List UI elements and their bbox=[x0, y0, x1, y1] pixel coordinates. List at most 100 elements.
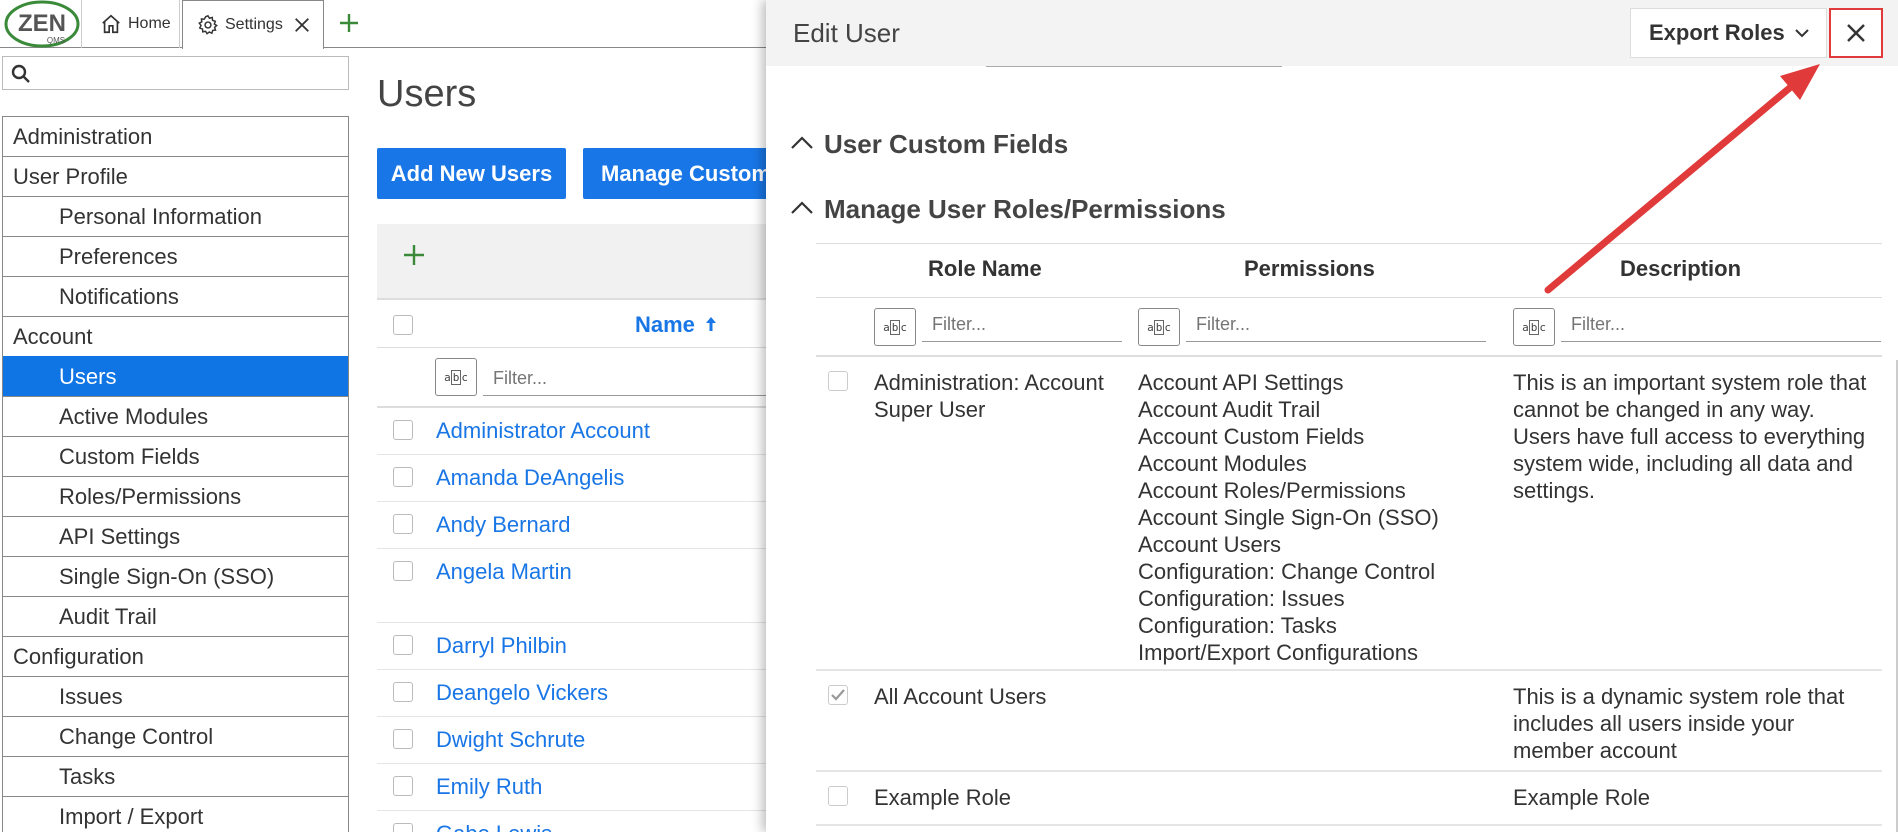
user-name-link[interactable]: Deangelo Vickers bbox=[436, 680, 608, 706]
add-row-button[interactable] bbox=[401, 242, 427, 273]
export-roles-dropdown[interactable]: Export Roles bbox=[1630, 8, 1827, 58]
custom-fields-section-toggle[interactable]: User Custom Fields bbox=[791, 129, 1069, 160]
sidebar-item-users[interactable]: Users bbox=[3, 356, 348, 396]
close-tab-icon[interactable] bbox=[293, 16, 311, 34]
plus-icon bbox=[340, 14, 358, 32]
row-checkbox[interactable] bbox=[393, 514, 413, 534]
role-checkbox[interactable] bbox=[828, 685, 848, 705]
role-name-filter-input[interactable] bbox=[922, 308, 1122, 342]
sidebar-item-audit-trail[interactable]: Audit Trail bbox=[3, 596, 348, 636]
user-name-link[interactable]: Angela Martin bbox=[436, 559, 572, 585]
sidebar-item-account[interactable]: Account bbox=[3, 316, 348, 356]
filter-type-icon[interactable]: abc bbox=[1138, 308, 1180, 346]
partial-field-underline bbox=[986, 66, 1282, 67]
sidebar-item-active-modules[interactable]: Active Modules bbox=[3, 396, 348, 436]
close-panel-button[interactable] bbox=[1829, 8, 1883, 58]
tab-bar: ZEN QMS Home Settings bbox=[0, 0, 770, 49]
add-tab-button[interactable] bbox=[336, 8, 362, 38]
row-checkbox[interactable] bbox=[393, 776, 413, 796]
page-title: Users bbox=[377, 73, 477, 115]
settings-sidebar: Administration User Profile Personal Infor… bbox=[2, 116, 349, 832]
role-permissions: Account API Settings Account Audit Trail A… bbox=[1138, 369, 1498, 666]
export-roles-label: Export Roles bbox=[1649, 20, 1785, 45]
roles-section-title: Manage User Roles/Permissions bbox=[824, 194, 1226, 224]
filter-type-icon[interactable]: abc bbox=[1513, 308, 1555, 346]
role-description: This is an important system role that ca… bbox=[1513, 370, 1867, 503]
sidebar-item-personal-information[interactable]: Personal Information bbox=[3, 196, 348, 236]
roles-table: Role Name Permissions Description abc ab… bbox=[816, 243, 1882, 826]
row-checkbox[interactable] bbox=[393, 729, 413, 749]
custom-fields-section-title: User Custom Fields bbox=[824, 129, 1069, 159]
sidebar-item-issues[interactable]: Issues bbox=[3, 676, 348, 716]
user-name-link[interactable]: Darryl Philbin bbox=[436, 633, 567, 659]
filter-type-icon[interactable]: abc bbox=[874, 308, 916, 346]
sidebar-item-administration[interactable]: Administration bbox=[3, 116, 348, 156]
row-checkbox[interactable] bbox=[393, 467, 413, 487]
search-input[interactable] bbox=[35, 59, 343, 87]
user-name-link[interactable]: Dwight Schrute bbox=[436, 727, 585, 753]
sidebar-item-custom-fields[interactable]: Custom Fields bbox=[3, 436, 348, 476]
edit-user-panel: Edit User Export Roles User Custom Field… bbox=[766, 0, 1898, 832]
chevron-down-icon bbox=[1795, 29, 1809, 38]
role-description: Example Role bbox=[1513, 785, 1650, 810]
user-name-link[interactable]: Amanda DeAngelis bbox=[436, 465, 624, 491]
users-list: Administrator Account Amanda DeAngelis And… bbox=[377, 408, 770, 832]
table-row: Angela Martin bbox=[377, 549, 770, 623]
zen-qms-logo[interactable]: ZEN QMS bbox=[0, 0, 82, 48]
users-grid-header: Name bbox=[377, 298, 770, 348]
sidebar-item-single-sign-on-sso[interactable]: Single Sign-On (SSO) bbox=[3, 556, 348, 596]
user-name-link[interactable]: Andy Bernard bbox=[436, 512, 571, 538]
role-name: Administration: Account Super User bbox=[874, 370, 1104, 422]
name-filter-input[interactable] bbox=[483, 362, 770, 396]
sidebar-item-configuration[interactable]: Configuration bbox=[3, 636, 348, 676]
sidebar-item-api-settings[interactable]: API Settings bbox=[3, 516, 348, 556]
sidebar-item-import-export[interactable]: Import / Export bbox=[3, 796, 348, 832]
filter-type-icon[interactable]: abc bbox=[435, 358, 477, 396]
user-name-link[interactable]: Emily Ruth bbox=[436, 774, 542, 800]
users-filter-row: abc bbox=[377, 348, 770, 408]
tab-settings[interactable]: Settings bbox=[182, 0, 324, 49]
sidebar-item-preferences[interactable]: Preferences bbox=[3, 236, 348, 276]
row-checkbox[interactable] bbox=[393, 635, 413, 655]
gear-icon bbox=[197, 14, 219, 36]
sidebar-item-roles-permissions[interactable]: Roles/Permissions bbox=[3, 476, 348, 516]
name-column-label: Name bbox=[635, 312, 695, 337]
description-filter-input[interactable] bbox=[1561, 308, 1881, 342]
row-checkbox[interactable] bbox=[393, 561, 413, 581]
manage-custom-button[interactable]: Manage Custom bbox=[583, 148, 783, 199]
sidebar-item-change-control[interactable]: Change Control bbox=[3, 716, 348, 756]
permission-item: Account Single Sign-On (SSO) bbox=[1138, 505, 1439, 530]
row-checkbox[interactable] bbox=[393, 823, 413, 832]
sidebar-item-notifications[interactable]: Notifications bbox=[3, 276, 348, 316]
sidebar-item-user-profile[interactable]: User Profile bbox=[3, 156, 348, 196]
row-checkbox[interactable] bbox=[393, 682, 413, 702]
table-row: Andy Bernard bbox=[377, 502, 770, 549]
role-checkbox[interactable] bbox=[828, 371, 848, 391]
role-name: All Account Users bbox=[874, 684, 1047, 709]
select-all-checkbox[interactable] bbox=[393, 315, 413, 335]
logo-text: ZEN bbox=[18, 10, 66, 37]
tab-home[interactable]: Home bbox=[84, 0, 180, 48]
roles-section-toggle[interactable]: Manage User Roles/Permissions bbox=[791, 194, 1226, 225]
user-name-link[interactable]: Administrator Account bbox=[436, 418, 650, 444]
permission-item: Import/Export Configurations bbox=[1138, 640, 1419, 665]
name-column-header[interactable]: Name bbox=[635, 312, 717, 338]
role-checkbox[interactable] bbox=[828, 786, 848, 806]
sidebar-search[interactable] bbox=[2, 56, 349, 90]
add-new-users-button[interactable]: Add New Users bbox=[377, 148, 566, 199]
row-checkbox[interactable] bbox=[393, 420, 413, 440]
user-name-link[interactable]: Gabe Lewis bbox=[436, 821, 552, 832]
users-grid: Name abc Administrator Account Amanda DeA… bbox=[377, 298, 770, 832]
home-icon bbox=[100, 13, 122, 35]
sort-ascending-icon bbox=[706, 317, 717, 331]
table-row: Administrator Account bbox=[377, 408, 770, 455]
permission-item: Configuration: Tasks bbox=[1138, 613, 1337, 638]
permissions-filter-input[interactable] bbox=[1186, 308, 1486, 342]
panel-title: Edit User bbox=[793, 18, 900, 48]
sidebar-item-tasks[interactable]: Tasks bbox=[3, 756, 348, 796]
tab-settings-label: Settings bbox=[225, 16, 283, 33]
role-name-column-header[interactable]: Role Name bbox=[928, 256, 1042, 282]
description-column-header[interactable]: Description bbox=[1620, 256, 1741, 282]
permissions-column-header[interactable]: Permissions bbox=[1244, 256, 1375, 282]
permission-item: Configuration: Issues bbox=[1138, 586, 1345, 611]
